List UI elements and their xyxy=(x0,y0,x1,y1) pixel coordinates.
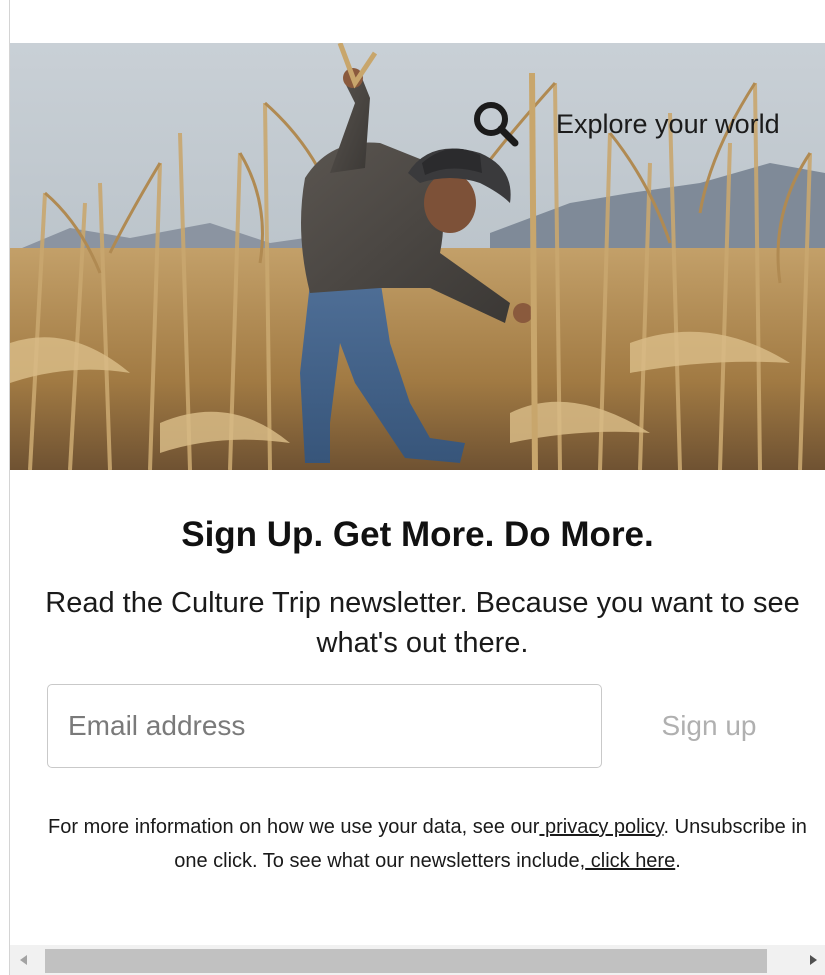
horizontal-scrollbar[interactable] xyxy=(10,945,825,975)
search-icon[interactable] xyxy=(470,98,522,150)
scroll-right-arrow-icon[interactable] xyxy=(810,955,817,965)
scroll-left-arrow-icon[interactable] xyxy=(20,955,27,965)
scrollbar-thumb[interactable] xyxy=(45,949,767,973)
signup-subtitle: Read the Culture Trip newsletter. Becaus… xyxy=(45,587,800,659)
explore-search-label[interactable]: Explore your world xyxy=(556,109,780,140)
disclaimer-text-3: . xyxy=(675,850,681,872)
email-input[interactable] xyxy=(47,684,602,768)
sign-up-button[interactable]: Sign up xyxy=(614,684,804,768)
privacy-policy-link[interactable]: privacy policy xyxy=(539,816,664,838)
click-here-link[interactable]: click here xyxy=(585,850,675,872)
hero-photo xyxy=(10,43,825,470)
signup-headline: Sign Up. Get More. Do More. xyxy=(181,515,654,554)
disclaimer-text-1: For more information on how we use your … xyxy=(48,816,540,838)
hero-image: Explore your world xyxy=(10,43,825,470)
privacy-disclaimer: For more information on how we use your … xyxy=(40,810,815,878)
